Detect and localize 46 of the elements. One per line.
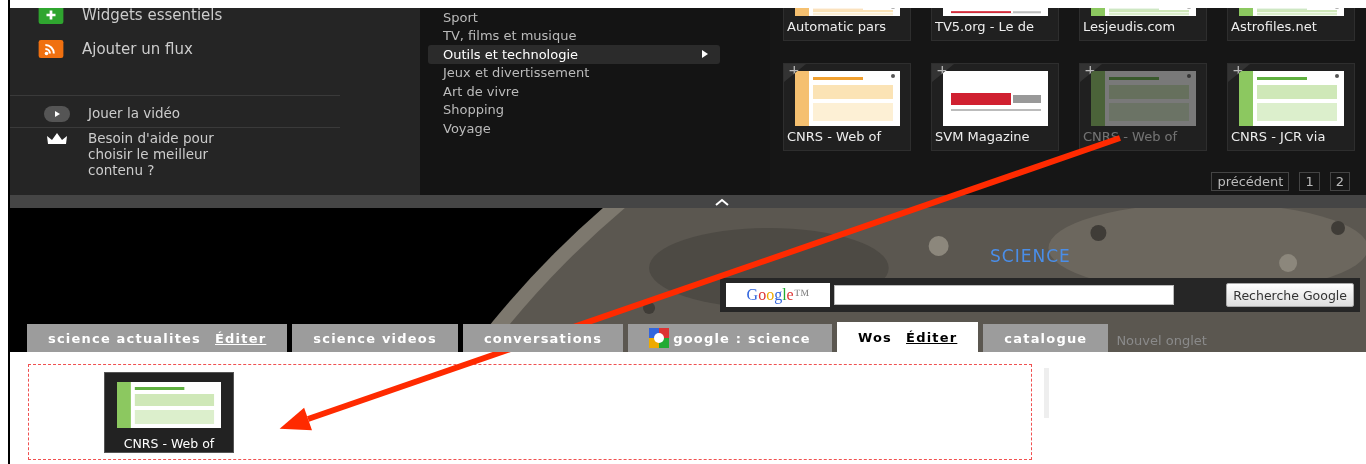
tab[interactable]: Wos Éditer <box>836 322 979 352</box>
widget-title: Automatic pars <box>787 18 888 36</box>
page-title: SCIENCE <box>990 246 1071 266</box>
plus-icon <box>38 8 64 24</box>
category-item[interactable]: Voyage <box>428 119 720 138</box>
search-logo: Google™ <box>726 283 830 307</box>
widget-title: SVM Magazine <box>935 128 1031 146</box>
play-icon <box>44 106 70 122</box>
category-item[interactable]: TV, films et musique <box>428 26 720 45</box>
widget-title: Astrofiles.net <box>1231 18 1318 36</box>
widget-title: CNRS - Web of <box>123 436 215 451</box>
category-item[interactable]: Sport <box>428 8 720 27</box>
search-button[interactable]: Recherche Google <box>1226 283 1354 307</box>
previous-button[interactable]: précédent <box>1211 172 1290 191</box>
widget-title: TV5.org - Le de <box>935 18 1035 36</box>
widget-card[interactable]: CNRS - Web of <box>104 372 234 453</box>
page-button[interactable]: 1 <box>1299 172 1320 191</box>
edit-link[interactable]: Éditer <box>906 329 958 345</box>
tab-label: conversations <box>483 330 603 346</box>
tab-label: Wos <box>857 329 893 345</box>
page-button[interactable]: 2 <box>1329 172 1350 191</box>
sidebar-link[interactable]: Ajouter un flux <box>82 40 193 58</box>
category-item[interactable]: Art de vivre <box>428 82 720 101</box>
widget-title: CNRS - Web of <box>787 128 883 146</box>
help-link[interactable]: Besoin d'aide pour choisir le meilleur contenu ? <box>88 130 260 178</box>
widget-title: Lesjeudis.com <box>1083 18 1177 36</box>
widget-card[interactable]: Automatic pars <box>783 8 911 41</box>
tab-label: science actualites <box>48 330 202 346</box>
crown-icon <box>44 131 70 147</box>
category-item[interactable]: Jeux et divertissement <box>428 63 720 82</box>
tab-label: google : science <box>673 330 811 346</box>
rss-icon <box>38 40 64 58</box>
sidebar-link[interactable]: Widgets essentiels <box>82 8 223 24</box>
submenu-arrow-icon <box>702 50 708 59</box>
search-field[interactable] <box>834 285 1174 305</box>
category-item[interactable]: Shopping <box>428 100 720 119</box>
collapse-caret-icon[interactable] <box>715 198 729 206</box>
widget-card[interactable]: Lesjeudis.com <box>1079 8 1207 41</box>
widget-card[interactable]: TV5.org - Le de <box>931 8 1059 41</box>
widget-card[interactable]: Astrofiles.net <box>1227 8 1355 41</box>
google-icon <box>649 328 670 348</box>
help-link[interactable]: Jouer la vidéo <box>88 105 260 122</box>
tab-label: catalogue <box>1004 330 1088 346</box>
category-item[interactable]: Outils et technologie <box>428 45 720 64</box>
tab-label: science videos <box>313 330 437 346</box>
widget-title: CNRS - JCR via <box>1231 128 1327 146</box>
